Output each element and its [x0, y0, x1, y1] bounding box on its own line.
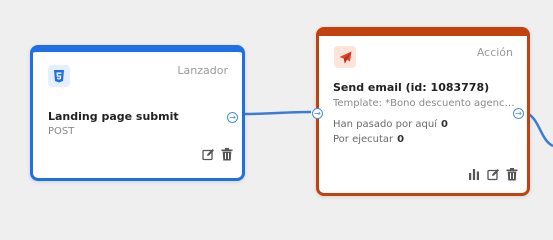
- action-title: Send email (id: 1083778): [333, 81, 490, 94]
- stat-passed: Han pasado por aquí 0: [333, 119, 448, 130]
- edit-icon[interactable]: [201, 147, 215, 161]
- stat-pending-value: 0: [397, 134, 405, 145]
- stat-pending-label: Por ejecutar: [333, 134, 394, 145]
- email-template: Template: *Bono descuento agencia...: [333, 98, 515, 109]
- edit-icon[interactable]: [486, 167, 500, 181]
- output-port[interactable]: →: [513, 108, 524, 119]
- trigger-title: Landing page submit: [48, 110, 179, 123]
- stat-passed-label: Han pasado por aquí: [333, 119, 437, 130]
- trigger-node[interactable]: Lanzador Landing page submit POST →: [30, 45, 245, 181]
- workflow-canvas[interactable]: Lanzador Landing page submit POST → Acci…: [0, 0, 553, 227]
- trash-icon[interactable]: [505, 167, 519, 181]
- html5-icon: [48, 65, 70, 87]
- output-port[interactable]: →: [227, 112, 238, 123]
- stats-chart-icon[interactable]: [467, 167, 481, 181]
- paper-plane-icon: [334, 46, 356, 68]
- node-type-label: Acción: [476, 46, 513, 59]
- trash-icon[interactable]: [220, 147, 234, 161]
- action-node[interactable]: Acción → Send email (id: 1083778) Templa…: [312, 27, 530, 196]
- action-tools: [467, 167, 519, 181]
- trigger-method: POST: [48, 126, 75, 137]
- input-port[interactable]: →: [312, 108, 323, 119]
- trigger-tools: [201, 147, 234, 161]
- connector-trigger-to-action: [243, 110, 312, 116]
- stat-pending: Por ejecutar 0: [333, 134, 404, 145]
- stat-passed-value: 0: [440, 119, 448, 130]
- node-type-label: Lanzador: [177, 64, 228, 77]
